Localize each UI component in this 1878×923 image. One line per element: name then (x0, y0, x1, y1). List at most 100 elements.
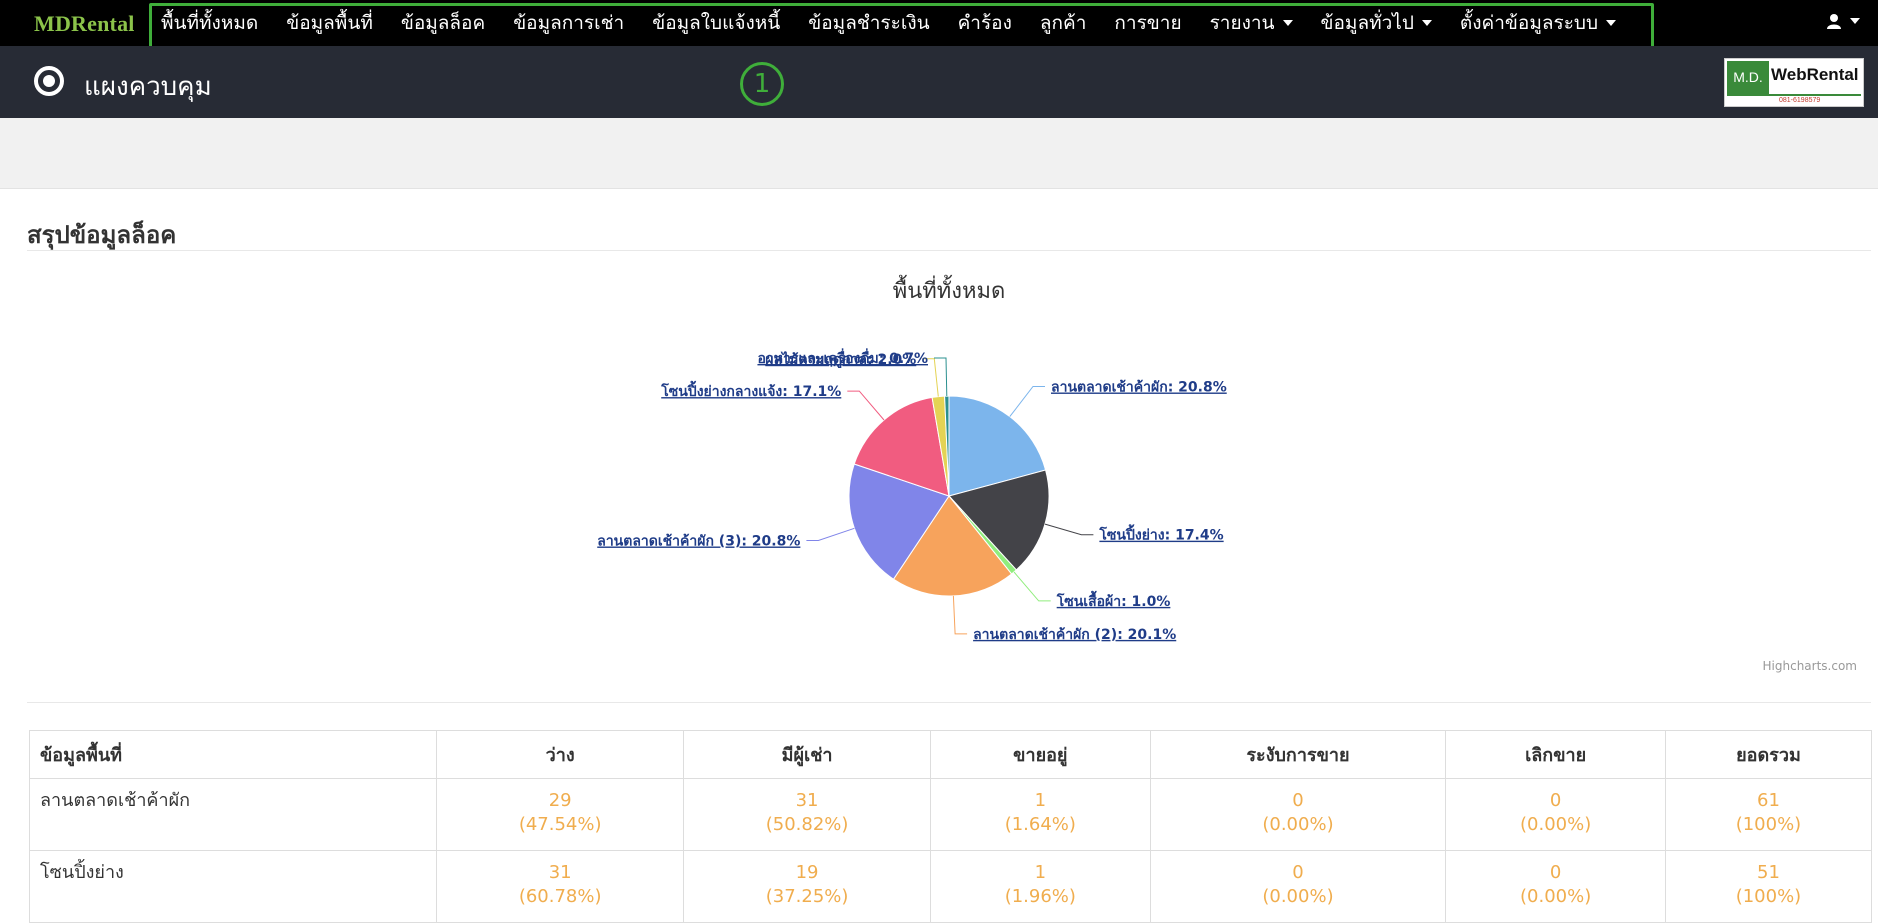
table-row: โซนปิ้งย่าง 31 (60.78%) 19 (37.25%) 1 (1.96%) 0… (28, 850, 1873, 923)
page-title: แผงควบคุม (84, 72, 212, 102)
value-cell: 0 (0.00%) (1445, 850, 1666, 923)
column-header: เลิกขาย (1445, 730, 1666, 779)
nav-item[interactable]: คำร้อง (958, 8, 1012, 38)
value-cell: 1 (1.96%) (930, 850, 1151, 923)
grey-band (0, 118, 1878, 189)
nav-item-label: พื้นที่ทั้งหมด (161, 12, 259, 34)
summary-table: ข้อมูลพื้นที่ ว่าง มีผู้เช่า ขายอยู่ ระงับกา… (28, 730, 1873, 923)
connector-line (806, 527, 855, 541)
cell-count: 0 (1549, 862, 1562, 883)
nav-item-label: การขาย (1114, 12, 1182, 34)
value-cell: 31 (50.82%) (683, 778, 932, 851)
column-header: ขายอยู่ (930, 730, 1151, 779)
value-cell: 61 (100%) (1664, 778, 1873, 851)
logo-right-text: WebRental (1771, 65, 1859, 84)
cell-percent: (100%) (1735, 814, 1802, 835)
slice-label[interactable]: โซนปิ้งย่าง: 17.4% (1098, 524, 1223, 544)
top-navbar: MDRental พื้นที่ทั้งหมด ข้อมูลพื้นที่ ข้อม… (0, 0, 1878, 49)
nav-item[interactable]: ข้อมูลทั่วไป (1321, 8, 1432, 38)
chart-credits[interactable]: Highcharts.com (1763, 659, 1857, 673)
column-header: ระงับการขาย (1149, 730, 1447, 779)
column-header: ยอดรวม (1664, 730, 1873, 779)
value-cell: 0 (0.00%) (1149, 778, 1447, 851)
table-body: ลานตลาดเช้าค้าผัก 29 (47.54%) 31 (50.82%) 1 (1… (28, 778, 1873, 923)
nav-item[interactable]: รายงาน (1210, 8, 1293, 38)
column-header: ว่าง (436, 730, 685, 779)
brand-logo[interactable]: MDRental (34, 11, 135, 37)
nav-item[interactable]: ข้อมูลชำระเงิน (808, 8, 929, 38)
user-menu[interactable] (1826, 13, 1860, 29)
cell-percent: (47.54%) (518, 814, 602, 835)
nav-item[interactable]: ข้อมูลใบแจ้งหนี้ (652, 8, 780, 38)
slice-label[interactable]: ลานตลาดเช้าค้าผัก: 20.8% (1051, 380, 1227, 396)
cell-percent: (50.82%) (765, 814, 849, 835)
cell-count: 61 (1757, 790, 1780, 811)
cell-count: 31 (795, 790, 819, 811)
cell-count: 0 (1292, 862, 1304, 883)
page-header: แผงควบคุม 1 M.D. WebRental 081-6198579 (0, 46, 1878, 118)
slice-label[interactable]: โซนเสื้อผ้า: 1.0% (1056, 590, 1171, 610)
value-cell: 51 (100%) (1664, 850, 1873, 923)
cell-percent: (37.25%) (765, 886, 849, 907)
nav-item[interactable]: ข้อมูลล็อค (401, 8, 485, 38)
cell-count: 0 (1549, 790, 1562, 811)
cell-percent: (0.00%) (1520, 886, 1592, 907)
logo-phone: 081-6198579 (1779, 97, 1821, 104)
slice-label[interactable]: ลานตลาดเช้าค้าผัก (3): 20.8% (597, 534, 800, 550)
value-cell: 0 (0.00%) (1445, 778, 1666, 851)
connector-line (1044, 523, 1094, 536)
value-cell: 1 (1.64%) (930, 778, 1151, 851)
nav-item-label: ข้อมูลการเช่า (513, 12, 625, 34)
chart-title: พื้นที่ทั้งหมด (893, 275, 1006, 304)
nav-item-label: ข้อมูลล็อค (400, 12, 486, 34)
nav-item[interactable]: พื้นที่ทั้งหมด (161, 8, 258, 38)
chevron-down-icon (1421, 20, 1432, 26)
connector-line (1009, 386, 1045, 417)
cell-count: 19 (795, 862, 819, 883)
table-header-row: ข้อมูลพื้นที่ ว่าง มีผู้เช่า ขายอยู่ ระงับกา… (28, 730, 1873, 779)
cell-percent: (0.00%) (1262, 814, 1334, 835)
connector-line (952, 595, 968, 635)
step-marker: 1 (740, 62, 784, 106)
cell-count: 1 (1034, 862, 1047, 883)
nav-item-label: คำร้อง (957, 12, 1012, 34)
company-logo: M.D. WebRental 081-6198579 (1724, 58, 1864, 107)
nav-item-label: ตั้งค่าข้อมูลระบบ (1459, 12, 1599, 34)
nav-item[interactable]: ลูกค้า (1040, 8, 1087, 38)
cell-count: 29 (548, 790, 572, 811)
slice-label[interactable]: ลานตลาดเช้าค้าผัก (2): 20.1% (973, 627, 1176, 643)
user-icon (1827, 14, 1841, 29)
nav-item[interactable]: ข้อมูลพื้นที่ (286, 8, 373, 38)
value-cell: 0 (0.00%) (1149, 850, 1447, 923)
pie-chart: พื้นที่ทั้งหมดลานตลาดเช้าค้าผัก: 20.8% โซ… (597, 275, 1857, 673)
column-header: ข้อมูลพื้นที่ (28, 730, 438, 779)
section-title: สรุปข้อมูลล็อค (27, 221, 177, 249)
connector-line (1013, 571, 1051, 602)
cell-percent: (1.64%) (1004, 814, 1076, 835)
main-nav: พื้นที่ทั้งหมด ข้อมูลพื้นที่ ข้อมูลล็อค ข้อ… (149, 0, 1644, 46)
dashboard-target-icon (34, 66, 64, 96)
connector-line (847, 390, 885, 421)
nav-item-label: ข้อมูลชำระเงิน (808, 12, 930, 34)
cell-count: 51 (1757, 862, 1780, 883)
nav-item[interactable]: การขาย (1114, 8, 1181, 38)
nav-item[interactable]: ตั้งค่าข้อมูลระบบ (1459, 8, 1617, 38)
slice-label[interactable]: โซนปิ้งย่างกลางแจ้ง: 17.1% (660, 380, 841, 400)
value-cell: 29 (47.54%) (436, 778, 685, 851)
cell-percent: (100%) (1735, 886, 1802, 907)
cell-percent: (0.00%) (1520, 814, 1592, 835)
table-row: ลานตลาดเช้าค้าผัก 29 (47.54%) 31 (50.82%) 1 (1… (28, 778, 1873, 851)
divider (27, 702, 1871, 703)
chevron-down-icon (1850, 18, 1860, 24)
nav-item-label: ข้อมูลทั่วไป (1320, 12, 1414, 34)
value-cell: 19 (37.25%) (683, 850, 932, 923)
nav-item[interactable]: ข้อมูลการเช่า (513, 8, 624, 38)
area-name-cell: โซนปิ้งย่าง (28, 850, 438, 923)
slice-label[interactable]: อาหารและเครื่องดื่ม: 0.7% (757, 348, 928, 367)
divider (27, 250, 1871, 251)
nav-item-label: ข้อมูลใบแจ้งหนี้ (652, 12, 781, 34)
logo-bar (1727, 94, 1861, 96)
area-name-cell: ลานตลาดเช้าค้าผัก (28, 778, 438, 851)
cell-percent: (1.96%) (1004, 886, 1076, 907)
column-header: มีผู้เช่า (683, 730, 932, 779)
